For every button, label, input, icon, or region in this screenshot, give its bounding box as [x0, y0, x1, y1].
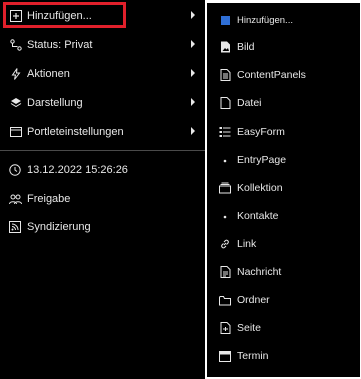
submenu-item-contentpanels[interactable]: ContentPanels [219, 63, 306, 87]
submenu-item-label: EntryPage [237, 154, 287, 166]
dot-icon [219, 210, 231, 222]
toolbar-item-portlets[interactable]: Portleteinstellungen [0, 117, 205, 146]
submenu-title: Hinzufügen... [219, 8, 293, 32]
toolbar-item-label: Portleteinstellungen [27, 125, 124, 138]
syndication-link[interactable]: Syndizierung [9, 216, 91, 238]
square-bullet-icon [219, 14, 231, 26]
submenu-item-label: Seite [237, 322, 261, 334]
page-icon [219, 322, 231, 334]
submenu-item-nachricht[interactable]: Nachricht [219, 260, 281, 284]
submenu-item-bild[interactable]: Bild [219, 35, 255, 59]
modified-date-text: 13.12.2022 15:26:26 [27, 164, 128, 176]
clock-icon [9, 164, 22, 177]
submenu-item-label: ContentPanels [237, 69, 306, 81]
submenu-item-label: Ordner [237, 294, 270, 306]
toolbar-item-actions[interactable]: Aktionen [0, 59, 205, 88]
submenu-item-label: Kontakte [237, 210, 279, 222]
file-icon [219, 97, 231, 109]
window-icon [9, 125, 22, 138]
submenu-item-label: EasyForm [237, 126, 285, 138]
submenu-item-kollektion[interactable]: Kollektion [219, 176, 283, 200]
people-icon [9, 193, 22, 206]
sharing-label: Freigabe [27, 193, 71, 205]
form-icon [219, 126, 231, 138]
submenu-item-label: Nachricht [237, 266, 282, 278]
link-icon [219, 238, 231, 250]
submenu-item-label: Bild [237, 41, 255, 53]
submenu-item-entrypage[interactable]: EntryPage [219, 148, 286, 172]
submenu-item-label: Link [237, 238, 257, 250]
submenu-item-datei[interactable]: Datei [219, 91, 262, 115]
submenu-item-easyform[interactable]: EasyForm [219, 120, 285, 144]
collection-icon [219, 182, 231, 194]
edit-toolbar: Hinzufügen... Status: Privat Aktionen Da… [0, 0, 205, 379]
toolbar-item-display[interactable]: Darstellung [0, 88, 205, 117]
rss-icon [9, 221, 22, 234]
toolbar-item-label: Darstellung [27, 96, 83, 109]
add-submenu: Hinzufügen... Bild ContentPanels Datei E… [207, 3, 360, 377]
panels-file-icon [219, 69, 231, 81]
syndication-label: Syndizierung [27, 221, 91, 233]
toolbar-item-label: Aktionen [27, 67, 70, 80]
toolbar-item-label: Status: Privat [27, 38, 93, 51]
calendar-icon [219, 350, 231, 362]
image-file-icon [219, 41, 231, 53]
chevron-right-icon [189, 68, 197, 78]
lightning-icon [9, 67, 22, 80]
workflow-icon [9, 38, 22, 51]
dot-icon [219, 154, 231, 166]
submenu-item-ordner[interactable]: Ordner [219, 288, 270, 312]
toolbar-item-status[interactable]: Status: Privat [0, 30, 205, 59]
submenu-item-label: Kollektion [237, 182, 283, 194]
layers-icon [9, 96, 22, 109]
toolbar-divider [0, 150, 205, 151]
chevron-right-icon [189, 39, 197, 49]
submenu-title-text: Hinzufügen... [237, 14, 293, 26]
sharing-link[interactable]: Freigabe [9, 188, 70, 210]
submenu-item-link[interactable]: Link [219, 232, 256, 256]
chevron-right-icon [189, 97, 197, 107]
folder-icon [219, 294, 231, 306]
chevron-right-icon [189, 126, 197, 136]
chevron-right-icon [189, 10, 197, 20]
submenu-item-kontakte[interactable]: Kontakte [219, 204, 278, 228]
highlight-box [3, 2, 126, 28]
submenu-item-label: Datei [237, 97, 262, 109]
news-icon [219, 266, 231, 278]
submenu-item-seite[interactable]: Seite [219, 316, 261, 340]
modified-date: 13.12.2022 15:26:26 [9, 159, 128, 181]
submenu-item-termin[interactable]: Termin [219, 344, 269, 368]
submenu-item-label: Termin [237, 350, 269, 362]
